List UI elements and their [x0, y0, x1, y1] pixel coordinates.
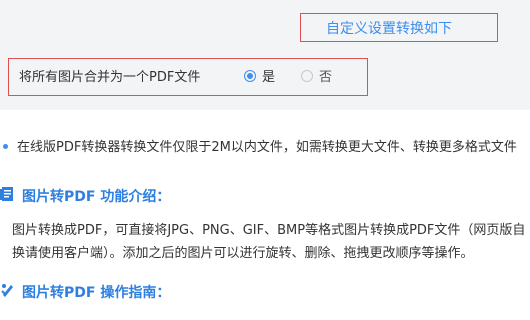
intro-paragraph-line-1: 图片转换成PDF，可直接将JPG、PNG、GIF、BMP等格式图片转换成PDF文… [12, 223, 526, 238]
intro-paragraph-line-2: 换请使用客户端）。添加之后的图片可以进行旋转、删除、拖拽更改顺序等操作。 [12, 246, 474, 261]
merge-option-row: 将所有图片合并为一个PDF文件 是 否 [8, 58, 368, 96]
tool-pen-icon [0, 282, 16, 302]
radio-no-label[interactable]: 否 [319, 66, 332, 85]
notice-text: 在线版PDF转换器转换文件仅限于2M以内文件，如需转换更大文件、转换更多格式文件 [17, 140, 517, 155]
radio-no[interactable]: 否 [301, 66, 332, 85]
settings-panel: 自定义设置转换如下 将所有图片合并为一个PDF文件 是 否 [0, 0, 530, 110]
merge-label: 将所有图片合并为一个PDF文件 [19, 70, 201, 85]
guide-section-title: 图片转PDF 操作指南： [0, 282, 170, 302]
intro-section-title: 图片转PDF 功能介绍： [0, 186, 170, 206]
radio-yes-label[interactable]: 是 [262, 66, 275, 85]
guide-title-text: 图片转PDF 操作指南： [22, 285, 171, 301]
radio-unselected-icon[interactable] [301, 69, 313, 82]
custom-settings-label[interactable]: 自定义设置转换如下 [326, 18, 452, 38]
intro-title-text: 图片转PDF 功能介绍： [22, 189, 171, 205]
radio-yes[interactable]: 是 [244, 66, 275, 85]
document-list-icon [0, 186, 16, 206]
bullet-dot-icon [3, 144, 8, 149]
size-limit-notice: 在线版PDF转换器转换文件仅限于2M以内文件，如需转换更大文件、转换更多格式文件 [0, 136, 530, 155]
radio-selected-icon[interactable] [244, 69, 256, 82]
custom-settings-link[interactable]: 自定义设置转换如下 [300, 13, 498, 42]
